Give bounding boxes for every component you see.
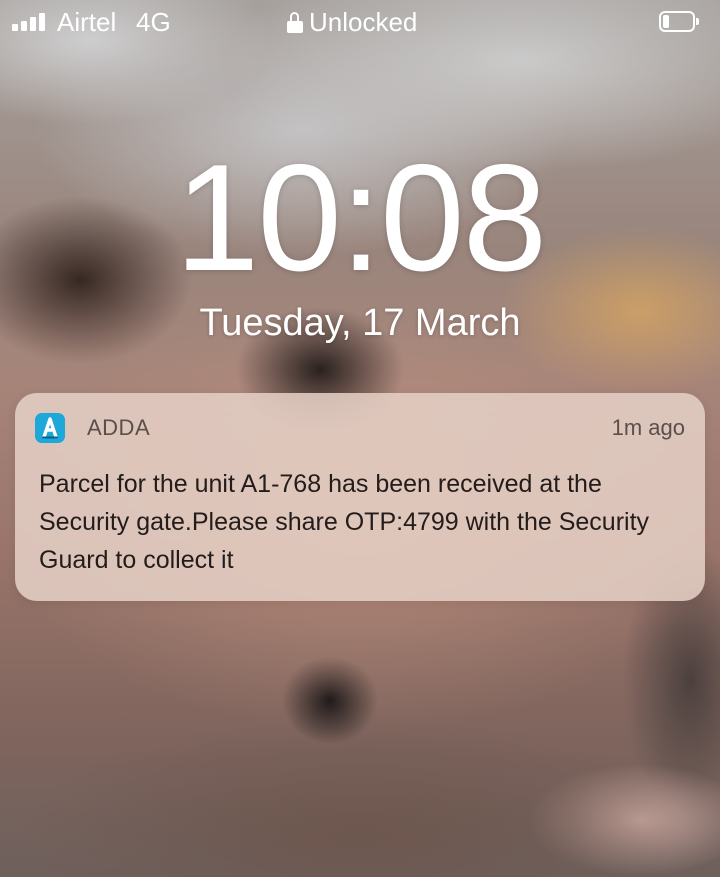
lock-status: Unlocked	[287, 7, 417, 38]
notification-message: Parcel for the unit A1-768 has been rece…	[39, 470, 650, 574]
lock-status-label: Unlocked	[309, 7, 418, 37]
lock-icon	[287, 11, 303, 34]
battery-fill	[663, 15, 669, 28]
notification-app-name: ADDA	[87, 415, 151, 440]
notification-card[interactable]: ADDA 1m ago Parcel for the unit A1-768 h…	[15, 393, 705, 601]
adda-app-icon	[35, 413, 65, 443]
status-bar: Airtel 4G Unlocked	[0, 0, 720, 44]
lock-screen-date: Tuesday, 17 March	[199, 302, 521, 344]
notification-time: 1m ago	[611, 415, 685, 440]
network-type: 4G	[136, 7, 171, 37]
notification-header: ADDA 1m ago	[35, 413, 685, 443]
lock-screen-clock: 10:08	[174, 133, 547, 303]
battery-icon	[659, 11, 699, 32]
carrier-name: Airtel	[57, 7, 117, 37]
signal-icon	[12, 13, 45, 31]
